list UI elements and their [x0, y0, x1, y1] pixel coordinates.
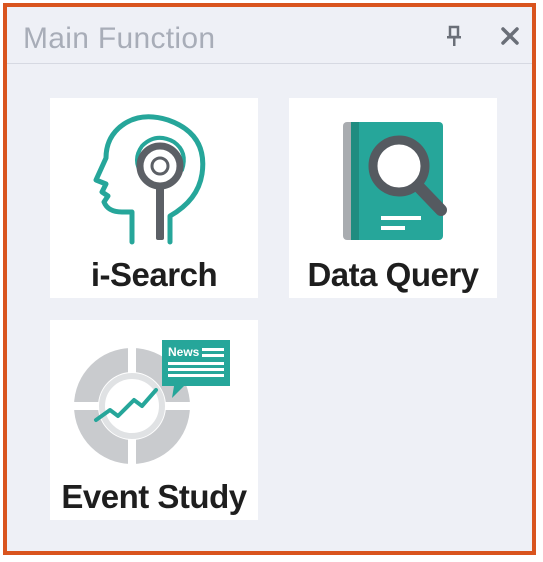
head-magnifier-icon: [93, 114, 206, 245]
panel-titlebar: Main Function: [7, 7, 532, 64]
news-chart-icon: News: [68, 340, 230, 470]
news-icon-text: News: [168, 345, 200, 359]
pin-button[interactable]: [439, 21, 469, 51]
event-study-label: Event Study: [61, 478, 247, 515]
function-grid: i-Search Data Query News Event Study: [7, 64, 532, 551]
data-query-label: Data Query: [307, 256, 479, 293]
book-magnifier-icon: [343, 122, 447, 240]
close-icon: [501, 27, 519, 45]
data-query-tile[interactable]: Data Query: [289, 98, 497, 298]
i-search-label: i-Search: [90, 256, 218, 293]
close-button[interactable]: [495, 21, 525, 51]
i-search-tile[interactable]: i-Search: [50, 98, 258, 298]
panel-title: Main Function: [23, 22, 216, 55]
pin-icon: [447, 25, 461, 46]
event-study-tile[interactable]: News Event Study: [50, 320, 258, 520]
main-function-panel: Main Function i-Search Data Query News E…: [3, 3, 536, 555]
